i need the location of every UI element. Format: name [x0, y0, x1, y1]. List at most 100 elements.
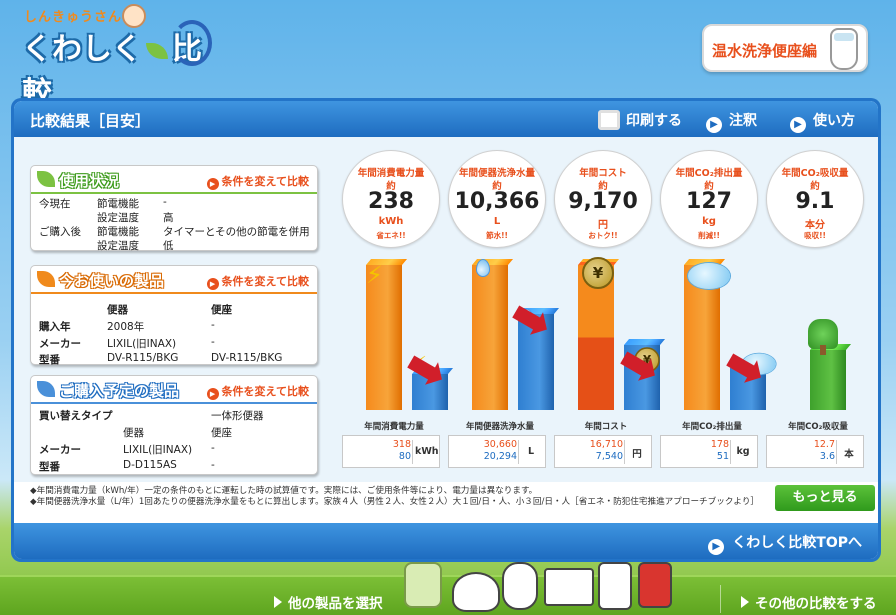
footnote: ◆年間便器洗浄水量（L/年）1回あたりの便器洗浄水量をもとに算出します。家族４人… — [30, 497, 760, 507]
usage-header: 使用状況 ▶ 条件を変えて比較 — [31, 166, 317, 194]
play-icon: ▶ — [206, 278, 219, 290]
top-link-label: くわしく比較TOPへ — [732, 535, 862, 551]
usage-row-item: 設定温度 — [97, 212, 139, 224]
tree-trunk — [820, 345, 826, 355]
howto-label: 使い方 — [813, 113, 855, 129]
footer-bar: 他の製品を選択 その他の比較をする — [0, 575, 896, 615]
toilet-mascot-icon — [502, 562, 538, 610]
other-compare-link[interactable]: その他の比較をする — [741, 592, 877, 612]
play-icon: ▶ — [206, 388, 219, 400]
cloud-icon — [688, 263, 730, 289]
value-after: 3.6 — [819, 451, 835, 462]
lightning-icon: ⚡ — [366, 261, 383, 289]
value-unit: kg — [736, 446, 750, 457]
usage-row-item: 節電機能 — [97, 198, 139, 210]
value-current: 12.7 — [813, 439, 835, 450]
current-change-link[interactable]: ▶ 条件を変えて比較 — [206, 273, 309, 290]
logo-kana: しんきゅうさん — [24, 10, 123, 25]
row-value: - — [211, 442, 215, 454]
value-unit: 本 — [844, 449, 854, 460]
triangle-right-icon — [274, 596, 282, 608]
row-label: メーカー — [39, 444, 81, 456]
bar-category-label: 年間便器洗浄水量 — [465, 422, 534, 432]
usage-title: 使用状況 — [59, 172, 120, 190]
value-unit: 円 — [632, 449, 642, 460]
value-after: 7,540 — [595, 451, 623, 462]
row-value: - — [211, 336, 215, 348]
row-value: LIXIL(旧INAX) — [123, 444, 193, 456]
usage-row-value: タイマーとその他の節電を併用 — [163, 226, 310, 238]
value-after: 51 — [716, 451, 729, 462]
row-label: 型番 — [39, 461, 60, 473]
current-product-box: 今お使いの製品 ▶ 条件を変えて比較 便器 便座 購入年 2008年 - メーカー… — [30, 265, 318, 366]
value-after: 20,294 — [483, 451, 517, 462]
tv-mascot-icon — [404, 562, 442, 608]
usage-row-item: 節電機能 — [97, 226, 139, 238]
value-box-power: 318 80 kWh — [342, 435, 440, 468]
value-current: 318 — [392, 439, 411, 450]
water-drop-icon — [476, 259, 490, 277]
value-current: 30,660 — [483, 439, 517, 450]
print-label: 印刷する — [626, 113, 682, 129]
col-toilet: 便器 — [107, 304, 128, 316]
value-sep — [518, 440, 519, 464]
yen-coin-icon: ¥ — [582, 257, 614, 289]
category-badge[interactable]: 温水洗浄便座編 — [702, 24, 868, 72]
col-seat: 便座 — [211, 427, 232, 439]
row-value: DV-R115/BKG — [107, 352, 179, 364]
footer-divider — [720, 585, 721, 613]
row-value: 一体形便器 — [211, 410, 264, 422]
current-change-label: 条件を変えて比較 — [221, 275, 309, 288]
current-header: 今お使いの製品 ▶ 条件を変えて比較 — [31, 266, 317, 294]
row-label: メーカー — [39, 338, 81, 350]
row-value: D-D115AS — [123, 459, 177, 471]
notes-button[interactable]: ▶ 注釈 — [706, 110, 757, 133]
col-toilet: 便器 — [123, 427, 144, 439]
value-sep — [730, 440, 731, 464]
row-value: DV-R115/BKG — [211, 352, 283, 364]
bar-category-label: 年間消費電力量 — [364, 422, 424, 432]
footnote: ◆年間消費電力量（kWh/年）一定の条件のもとに運転した時の試算値です。実際には… — [30, 486, 538, 496]
planned-change-label: 条件を変えて比較 — [221, 385, 309, 398]
usage-row-label: ご購入後 — [39, 226, 81, 238]
logo-title-1: くわしく — [22, 32, 142, 67]
value-sep — [624, 440, 625, 464]
panel-content: 使用状況 ▶ 条件を変えて比較 今現在 節電機能 - 設定温度 高 ご購入後 節電… — [14, 137, 878, 511]
logo[interactable]: しんきゅうさん くわしく 比較 — [22, 4, 212, 111]
row-value: LIXIL(旧INAX) — [107, 338, 177, 350]
row-value: - — [211, 319, 215, 331]
other-compare-label: その他の比較をする — [755, 596, 877, 612]
howto-button[interactable]: ▶ 使い方 — [790, 110, 855, 133]
more-button[interactable]: もっと見る — [775, 485, 875, 511]
leaf-icon — [146, 42, 168, 59]
result-panel: 比較結果［目安］ 印刷する ▶ 注釈 ▶ 使い方 使用状況 ▶ 条件を変えて比較 今現… — [11, 98, 881, 562]
usage-row-label: 今現在 — [39, 198, 71, 210]
value-box-water: 30,660 20,294 L — [448, 435, 546, 468]
leaf-icon — [37, 171, 55, 187]
recycle-ring-icon — [172, 20, 212, 66]
usage-change-link[interactable]: ▶ 条件を変えて比較 — [206, 173, 309, 190]
leaf-icon — [37, 271, 55, 287]
heater-mascot-icon — [638, 562, 672, 608]
print-button[interactable]: 印刷する — [598, 110, 682, 130]
notes-label: 注釈 — [729, 113, 757, 129]
value-box-co2-absorb: 12.7 3.6 本 — [766, 435, 864, 468]
row-label: 購入年 — [39, 321, 71, 333]
value-current: 16,710 — [589, 439, 623, 450]
play-icon: ▶ — [706, 117, 722, 133]
panel-title: 比較結果［目安］ — [30, 112, 151, 130]
panel-bottombar: ▶ くわしく比較TOPへ — [14, 523, 878, 559]
bar-category-label: 年間コスト — [584, 422, 628, 432]
top-link[interactable]: ▶ くわしく比較TOPへ — [708, 532, 862, 555]
planned-change-link[interactable]: ▶ 条件を変えて比較 — [206, 383, 309, 400]
usage-row-value: - — [163, 196, 167, 208]
select-product-link[interactable]: 他の製品を選択 — [274, 592, 383, 612]
bar-category-label: 年間CO₂排出量 — [682, 422, 742, 432]
value-unit: kWh — [415, 446, 439, 457]
value-sep — [836, 440, 837, 464]
play-icon: ▶ — [206, 178, 219, 190]
usage-row-value: 低 — [163, 240, 174, 252]
value-box-co2-emission: 178 51 kg — [660, 435, 758, 468]
result-panel-inner: 比較結果［目安］ 印刷する ▶ 注釈 ▶ 使い方 使用状況 ▶ 条件を変えて比較 今現… — [14, 101, 878, 559]
fridge-mascot-icon — [598, 562, 632, 610]
